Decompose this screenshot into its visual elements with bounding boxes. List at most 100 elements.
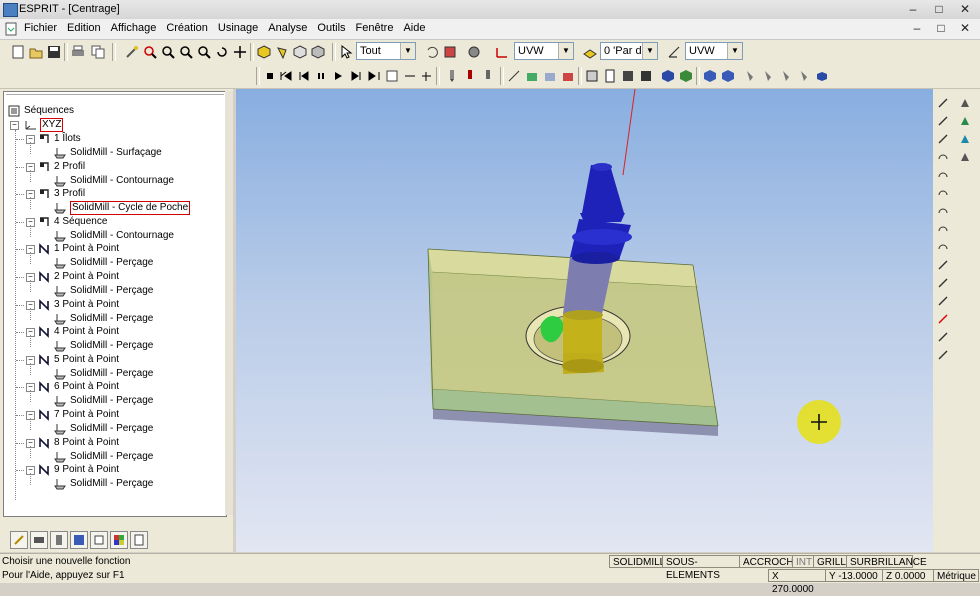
zoom-in-icon[interactable] xyxy=(160,44,176,60)
mode-grille[interactable]: GRILLE xyxy=(813,555,853,568)
part-icon[interactable] xyxy=(560,68,576,84)
tree-node[interactable]: −2 Profil xyxy=(6,160,206,174)
zoom-all-icon[interactable] xyxy=(196,44,212,60)
print-icon[interactable] xyxy=(70,44,86,60)
plane-icon[interactable] xyxy=(494,44,510,60)
new-file-icon[interactable] xyxy=(10,44,26,60)
arc5-icon[interactable] xyxy=(935,221,951,237)
sequence-tree[interactable]: Séquences − XYZ −1 Îlots SolidMill - Surf… xyxy=(3,91,227,517)
play-icon[interactable] xyxy=(330,68,346,84)
tree-operation[interactable]: SolidMill - Perçage xyxy=(6,450,206,464)
axis-toggle-icon[interactable] xyxy=(418,68,434,84)
document-icon[interactable] xyxy=(4,22,18,36)
shade-yellow-icon[interactable] xyxy=(274,44,290,60)
pan-icon[interactable] xyxy=(232,44,248,60)
rewind-start-icon[interactable] xyxy=(278,68,294,84)
fixture-icon[interactable] xyxy=(524,68,540,84)
tree-operation[interactable]: SolidMill - Perçage xyxy=(6,394,206,408)
forward-end-icon[interactable] xyxy=(366,68,382,84)
tree-node[interactable]: −7 Point à Point xyxy=(6,408,206,422)
wireframe-icon[interactable] xyxy=(292,44,308,60)
trim-icon[interactable] xyxy=(935,257,951,273)
gripper1-icon[interactable] xyxy=(742,68,758,84)
step-back-icon[interactable] xyxy=(296,68,312,84)
tool-red-icon[interactable] xyxy=(462,68,478,84)
shade-icon[interactable] xyxy=(256,44,272,60)
menu-analyse[interactable]: Analyse xyxy=(268,22,307,34)
chain-icon[interactable] xyxy=(935,275,951,291)
color-icon[interactable] xyxy=(442,44,458,60)
view-side-icon[interactable] xyxy=(620,68,636,84)
tree-operation[interactable]: SolidMill - Cycle de Poche xyxy=(6,201,206,215)
tree-operation[interactable]: SolidMill - Perçage xyxy=(6,477,206,491)
close-button[interactable]: ✕ xyxy=(956,2,974,16)
tab-operations-icon[interactable] xyxy=(50,531,68,549)
arc1-icon[interactable] xyxy=(935,149,951,165)
cube-view1-icon[interactable] xyxy=(702,68,718,84)
tree-node[interactable]: −4 Point à Point xyxy=(6,325,206,339)
zoom-window-icon[interactable] xyxy=(142,44,158,60)
blank-icon[interactable] xyxy=(957,149,973,165)
polygon-icon[interactable] xyxy=(935,347,951,363)
arc4-icon[interactable] xyxy=(935,203,951,219)
hidden-line-icon[interactable] xyxy=(310,44,326,60)
tree-origin[interactable]: − XYZ xyxy=(6,118,206,132)
zoom-out-icon[interactable] xyxy=(178,44,194,60)
save-icon[interactable] xyxy=(46,44,62,60)
pointer-icon[interactable] xyxy=(338,44,354,60)
hatch-icon[interactable] xyxy=(935,293,951,309)
green-feature-icon[interactable] xyxy=(957,113,973,129)
stop-icon[interactable] xyxy=(262,68,278,84)
menu-outils[interactable]: Outils xyxy=(317,22,345,34)
cube-green-icon[interactable] xyxy=(678,68,694,84)
curve-icon[interactable] xyxy=(935,113,951,129)
axis-icon[interactable] xyxy=(666,44,682,60)
line-icon[interactable] xyxy=(935,131,951,147)
arc2-icon[interactable] xyxy=(935,167,951,183)
tab-features-icon[interactable] xyxy=(10,531,28,549)
gripper4-icon[interactable] xyxy=(796,68,812,84)
tree-node[interactable]: −4 Séquence xyxy=(6,215,206,229)
tree-operation[interactable]: SolidMill - Contournage xyxy=(6,174,206,188)
tee-icon[interactable] xyxy=(935,311,951,327)
mdi-close-button[interactable]: ✕ xyxy=(956,21,974,35)
tree-operation[interactable]: SolidMill - Perçage xyxy=(6,256,206,270)
layer-icon[interactable] xyxy=(582,44,598,60)
copy-icon[interactable] xyxy=(90,44,106,60)
tree-operation[interactable]: SolidMill - Contournage xyxy=(6,229,206,243)
arc3-icon[interactable] xyxy=(935,185,951,201)
mode-int[interactable]: INT xyxy=(792,555,814,568)
rotate-icon[interactable] xyxy=(214,44,230,60)
select-wand-icon[interactable] xyxy=(124,44,140,60)
tree-node[interactable]: −3 Profil xyxy=(6,187,206,201)
gripper3-icon[interactable] xyxy=(778,68,794,84)
menu-aide[interactable]: Aide xyxy=(403,22,425,34)
tab-layers-icon[interactable] xyxy=(30,531,48,549)
step-forward-icon[interactable] xyxy=(348,68,364,84)
open-folder-icon[interactable] xyxy=(28,44,44,60)
layer-dropdown[interactable]: 0 'Par défa ▼ xyxy=(600,42,658,60)
node-icon[interactable] xyxy=(957,95,973,111)
cube-small-icon[interactable] xyxy=(814,68,830,84)
pause-icon[interactable] xyxy=(313,68,329,84)
tree-node[interactable]: −5 Point à Point xyxy=(6,353,206,367)
tree-operation[interactable]: SolidMill - Surfaçage xyxy=(6,146,206,160)
menu-usinage[interactable]: Usinage xyxy=(218,22,258,34)
work-plane-dropdown[interactable]: UVW ▼ xyxy=(514,42,574,60)
cube-blue-icon[interactable] xyxy=(660,68,676,84)
tree-root[interactable]: Séquences xyxy=(6,104,206,118)
tree-node[interactable]: −9 Point à Point xyxy=(6,463,206,477)
tree-node[interactable]: −8 Point à Point xyxy=(6,436,206,450)
maximize-button[interactable]: □ xyxy=(930,2,948,16)
mode-solidmill[interactable]: SOLIDMILL xyxy=(609,555,665,568)
tree-operation[interactable]: SolidMill - Perçage xyxy=(6,339,206,353)
record-icon[interactable] xyxy=(466,44,482,60)
sim-settings-icon[interactable] xyxy=(384,68,400,84)
tree-node[interactable]: −3 Point à Point xyxy=(6,298,206,312)
gripper2-icon[interactable] xyxy=(760,68,776,84)
select-mode-dropdown[interactable]: Tout ▼ xyxy=(356,42,416,60)
measure-icon[interactable] xyxy=(506,68,522,84)
menu-creation[interactable]: Création xyxy=(166,22,208,34)
minimize-button[interactable]: – xyxy=(904,2,922,16)
menu-fenetre[interactable]: Fenêtre xyxy=(356,22,394,34)
